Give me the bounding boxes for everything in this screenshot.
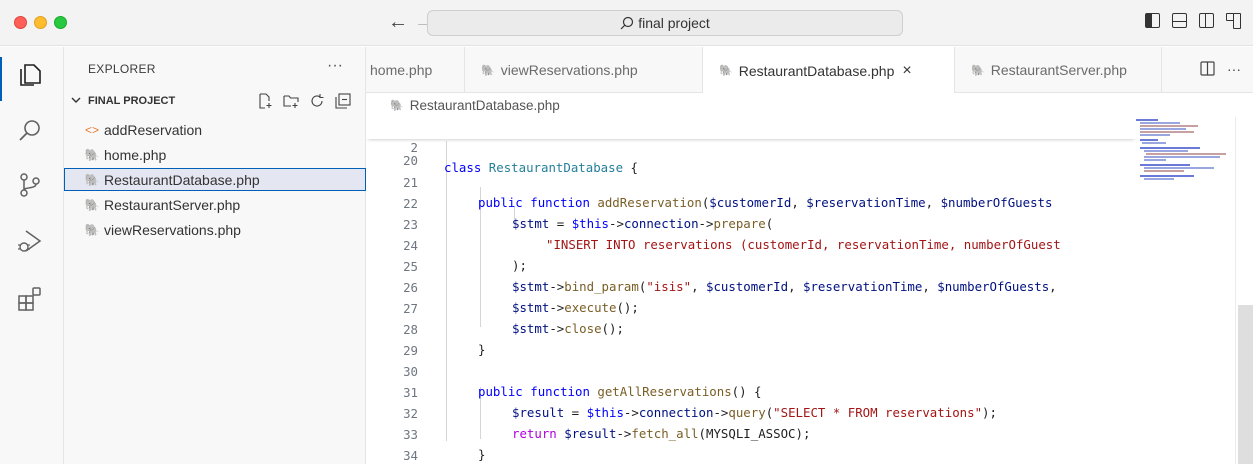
file-name: addReservation [104,121,203,138]
line-number: 31 [403,385,418,400]
tab-label: RestaurantServer.php [990,62,1127,78]
refresh-icon[interactable] [309,93,325,109]
php-icon: 🐘 [390,99,404,112]
scrollbar-track [1235,117,1236,464]
file-name: home.php [104,146,167,163]
line-number: 27 [403,301,418,316]
file-item[interactable]: 🐘 RestaurantServer.php [64,193,366,216]
close-tab-icon[interactable]: × [902,62,911,80]
file-name: RestaurantDatabase.php [104,171,260,188]
explorer-title: EXPLORER [88,62,156,76]
line-number: 34 [403,448,418,463]
split-editor-icon[interactable] [1200,61,1215,76]
minimize-window-button[interactable] [34,16,47,29]
code-editor[interactable]: 2 class RestaurantDatabase { 19 20 21 pu… [366,117,1253,464]
maximize-window-button[interactable] [54,16,67,29]
back-arrow-icon[interactable]: ← [388,10,408,34]
customize-layout-icon[interactable] [1226,13,1241,29]
toggle-secondary-sidebar-icon[interactable] [1199,13,1214,28]
tab-home[interactable]: home.php [366,47,465,93]
active-indicator [0,57,2,101]
file-item-selected[interactable]: 🐘 RestaurantDatabase.php [64,168,366,191]
project-name: FINAL PROJECT [88,95,176,107]
line-number: 28 [403,322,418,337]
line-number: 2 [410,140,418,155]
explorer-more-actions[interactable]: ··· [327,57,343,75]
line-number: 26 [403,280,418,295]
php-icon: 🐘 [971,64,985,77]
line-number: 30 [403,364,418,379]
collapse-all-icon[interactable] [335,93,351,109]
minimap[interactable] [1134,117,1234,187]
project-actions [257,93,351,109]
file-item[interactable]: 🐘 viewReservations.php [64,218,366,241]
explorer-sidebar: EXPLORER ··· FINAL PROJECT <> addReserva… [64,47,366,464]
line-number: 29 [403,343,418,358]
tab-restaurant-server[interactable]: 🐘 RestaurantServer.php [955,47,1162,93]
search-icon [620,16,634,30]
search-text: final project [638,15,710,31]
php-icon: 🐘 [84,197,100,212]
line-number: 32 [403,406,418,421]
line-number: 24 [403,238,418,253]
tab-label: RestaurantDatabase.php [738,62,895,79]
html-icon: <> [84,122,99,137]
code-line: class RestaurantDatabase { [444,160,638,175]
editor-tabs: home.php 🐘 viewReservations.php 🐘 Restau… [366,47,1253,94]
source-control-icon[interactable] [16,171,48,203]
close-window-button[interactable] [14,16,27,29]
editor-actions: ··· [1200,61,1241,77]
php-icon: 🐘 [719,65,733,77]
php-icon: 🐘 [84,172,100,187]
tab-label: home.php [370,62,433,78]
command-center-search[interactable]: final project [427,10,903,36]
explorer-icon[interactable] [16,61,48,93]
tab-label: viewReservations.php [500,62,638,78]
new-file-icon[interactable] [257,93,273,109]
layout-controls [1145,13,1241,29]
php-icon: 🐘 [84,222,100,237]
title-bar: ← → final project [0,0,1253,46]
vertical-scrollbar[interactable] [1238,305,1253,464]
line-number: 33 [403,427,418,442]
toggle-primary-sidebar-icon[interactable] [1145,13,1160,28]
tab-view-reservations[interactable]: 🐘 viewReservations.php [465,47,703,93]
php-icon: 🐘 [481,64,495,77]
file-item[interactable]: 🐘 home.php [64,143,366,166]
search-icon[interactable] [16,117,48,149]
breadcrumb-file: RestaurantDatabase.php [409,97,560,113]
activity-bar [0,47,64,464]
more-actions-icon[interactable]: ··· [1227,61,1241,77]
sticky-scroll-header[interactable]: 2 class RestaurantDatabase { [366,117,1136,175]
tab-restaurant-database[interactable]: 🐘 RestaurantDatabase.php × [703,47,955,94]
chevron-down-icon [70,94,84,109]
line-number: 25 [403,259,418,274]
file-item[interactable]: <> addReservation [64,118,366,141]
toggle-panel-icon[interactable] [1172,13,1187,28]
line-number: 23 [403,217,418,232]
file-name: RestaurantServer.php [104,196,241,213]
extensions-icon[interactable] [16,285,48,317]
php-icon: 🐘 [84,147,100,162]
new-folder-icon[interactable] [283,93,299,109]
breadcrumb[interactable]: 🐘 RestaurantDatabase.php [366,93,1253,117]
run-debug-icon[interactable] [16,227,48,259]
file-name: viewReservations.php [104,221,241,238]
